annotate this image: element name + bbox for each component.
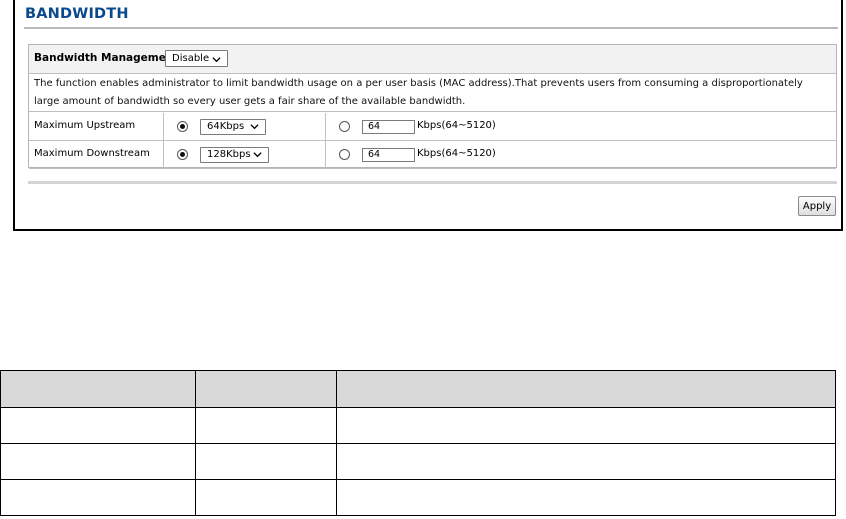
upstream-custom-input[interactable]: 64 (362, 120, 415, 134)
page-title: BANDWIDTH (25, 6, 129, 22)
table-cell (0, 407, 196, 444)
bandwidth-management-label: Bandwidth Management: (34, 52, 183, 64)
bandwidth-settings-box: Bandwidth Management: Disable The functi… (28, 44, 837, 169)
column-divider (163, 113, 164, 140)
maximum-upstream-row: Maximum Upstream 64Kbps 64 Kbps(64~5120) (29, 113, 836, 141)
upstream-range-label: Kbps(64~5120) (417, 120, 496, 131)
title-divider (24, 27, 838, 29)
upstream-preset-value: 64Kbps (207, 121, 245, 132)
table-row (0, 407, 837, 444)
table-cell (335, 443, 837, 480)
upstream-preset-select[interactable]: 64Kbps (200, 119, 266, 135)
table-cell (194, 479, 337, 516)
maximum-downstream-row: Maximum Downstream 128Kbps 64 Kbps(64~51… (29, 141, 836, 169)
table-row (0, 479, 837, 516)
table-cell (335, 407, 837, 444)
table-cell (335, 479, 837, 516)
downstream-custom-radio[interactable] (339, 149, 350, 160)
chevron-down-icon (212, 57, 221, 63)
parameter-table (0, 370, 837, 516)
bandwidth-management-value: Disable (172, 53, 210, 64)
description-text: The function enables administrator to li… (29, 74, 836, 112)
maximum-downstream-label: Maximum Downstream (34, 148, 150, 159)
bandwidth-management-select[interactable]: Disable (165, 50, 228, 67)
table-row (0, 443, 837, 480)
downstream-preset-select[interactable]: 128Kbps (200, 147, 269, 163)
bandwidth-management-row: Bandwidth Management: Disable (29, 45, 836, 74)
chevron-down-icon (253, 152, 262, 158)
downstream-range-label: Kbps(64~5120) (417, 148, 496, 159)
table-cell (194, 443, 337, 480)
table-header-cell (194, 370, 337, 408)
table-cell (0, 443, 196, 480)
table-header-cell (0, 370, 196, 408)
column-divider (325, 141, 326, 168)
apply-button[interactable]: Apply (798, 196, 836, 216)
bandwidth-panel: BANDWIDTH Bandwidth Management: Disable … (13, 0, 843, 231)
downstream-preset-radio[interactable] (177, 149, 188, 160)
upstream-preset-radio[interactable] (177, 121, 188, 132)
table-header-row (0, 370, 837, 408)
column-divider (163, 141, 164, 168)
table-cell (0, 479, 196, 516)
upstream-custom-radio[interactable] (339, 121, 350, 132)
column-divider (325, 113, 326, 140)
downstream-custom-input[interactable]: 64 (362, 148, 415, 162)
chevron-down-icon (250, 124, 259, 130)
table-header-cell (335, 370, 837, 408)
downstream-preset-value: 128Kbps (207, 149, 251, 160)
table-cell (194, 407, 337, 444)
footer-divider (28, 181, 837, 184)
maximum-upstream-label: Maximum Upstream (34, 120, 136, 131)
